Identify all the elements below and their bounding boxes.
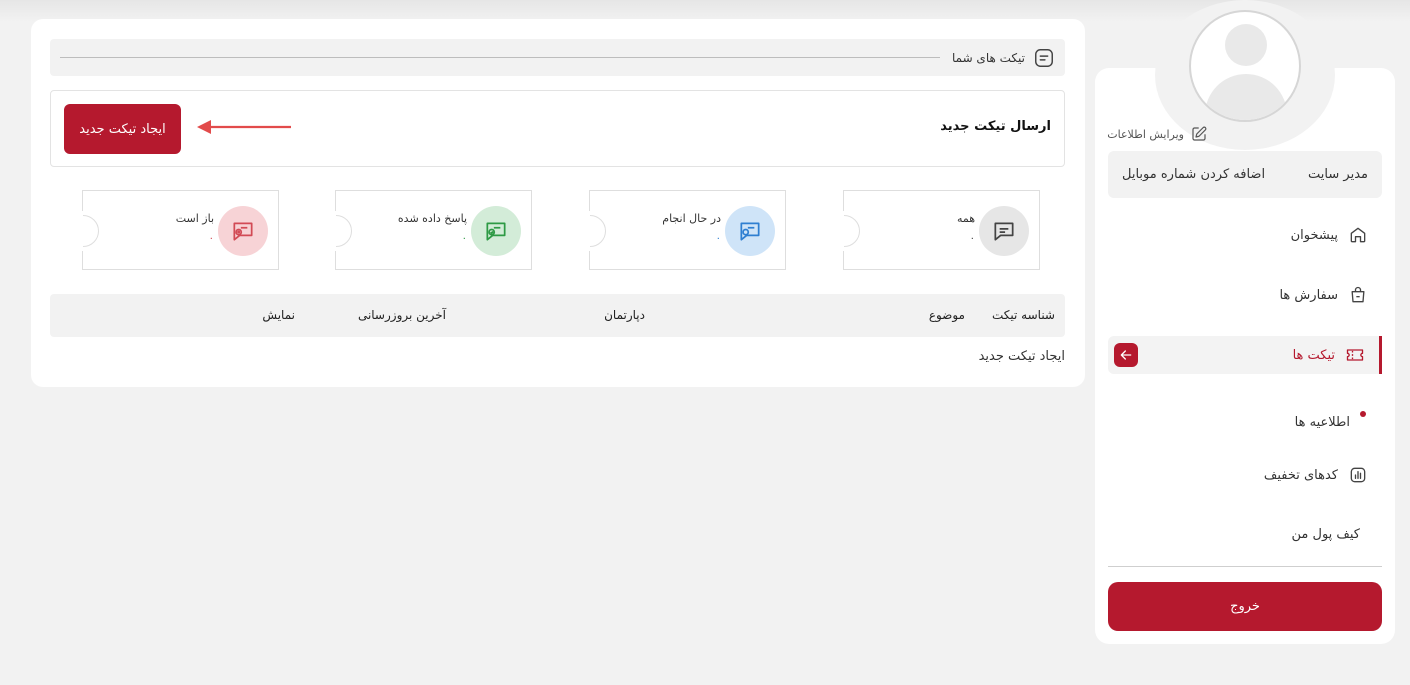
sidebar-item-orders[interactable]: سفارش ها <box>1108 276 1382 314</box>
chart-icon <box>1350 467 1366 483</box>
stat-card-open[interactable]: باز است ۰ <box>66 190 279 270</box>
avatar-head <box>1225 24 1267 66</box>
notification-dot-icon <box>1360 411 1366 417</box>
ticket-icon <box>1346 349 1364 361</box>
col-ticket-id: شناسه تیکت <box>991 308 1055 322</box>
col-last-update: آخرین بروزرسانی <box>357 308 446 322</box>
stat-icon-bg <box>725 206 775 256</box>
sidebar-item-notices[interactable]: اطلاعیه ها <box>1108 395 1382 433</box>
chat-open-icon <box>233 222 253 241</box>
stat-count: ۰ <box>969 233 975 244</box>
stat-label: پاسخ داده شده <box>397 212 467 225</box>
sidebar-item-label: تیکت ها <box>1292 347 1335 363</box>
stat-count: ۰ <box>208 233 214 244</box>
stat-icon-bg <box>979 206 1029 256</box>
home-icon <box>1350 227 1366 243</box>
sidebar-item-label: پیشخوان <box>1290 227 1338 243</box>
stat-label: باز است <box>175 212 214 225</box>
sidebar-divider <box>1108 566 1382 567</box>
create-ticket-button[interactable]: ایجاد تیکت جدید <box>64 104 181 154</box>
stat-label: همه <box>956 212 975 225</box>
edit-icon <box>1192 126 1207 141</box>
stat-card-in-progress[interactable]: در حال انجام ۰ <box>573 190 786 270</box>
chat-clock-icon <box>740 222 760 241</box>
tickets-header: تیکت های شما <box>50 39 1065 76</box>
header-rule <box>60 57 940 58</box>
edit-info-label: ویرایش اطلاعات <box>1107 127 1184 141</box>
tickets-header-title: تیکت های شما <box>951 50 1025 65</box>
col-subject: موضوع <box>928 308 965 322</box>
stat-count: ۰ <box>461 233 467 244</box>
user-role: مدیر سایت <box>1308 167 1368 182</box>
chat-icon <box>994 222 1014 241</box>
add-mobile-link[interactable]: اضافه کردن شماره موبایل <box>1122 167 1265 182</box>
arrow-left-icon <box>1120 350 1132 360</box>
create-ticket-link[interactable]: ایجاد تیکت جدید <box>979 349 1065 364</box>
sidebar-item-label: اطلاعیه ها <box>1294 414 1350 430</box>
user-info-box: مدیر سایت اضافه کردن شماره موبایل <box>1108 151 1382 198</box>
stat-icon-bg <box>218 206 268 256</box>
sidebar-item-label: کدهای تخفیف <box>1263 467 1338 483</box>
logout-button[interactable]: خروج <box>1108 582 1382 631</box>
col-view: نمایش <box>262 308 295 322</box>
sidebar-item-label: کیف پول من <box>1291 526 1360 542</box>
arrow-left-icon <box>197 120 291 134</box>
chat-check-icon <box>486 222 506 241</box>
stat-card-all[interactable]: همه ۰ <box>827 190 1040 270</box>
sidebar-item-tickets[interactable]: تیکت ها <box>1108 336 1382 374</box>
stat-card-answered[interactable]: پاسخ داده شده ۰ <box>319 190 532 270</box>
edit-info-link[interactable]: ویرایش اطلاعات <box>1107 125 1208 143</box>
tickets-table-header: شناسه تیکت موضوع دپارتمان آخرین بروزرسان… <box>50 294 1065 337</box>
new-ticket-box: ارسال تیکت جدید ایجاد تیکت جدید <box>50 90 1065 167</box>
avatar-body <box>1205 74 1287 120</box>
sidebar-item-label: سفارش ها <box>1279 287 1338 303</box>
sidebar-item-wallet[interactable]: کیف پول من <box>1108 515 1382 553</box>
tickets-panel: تیکت های شما ارسال تیکت جدید ایجاد تیکت … <box>31 19 1085 387</box>
sidebar-item-discounts[interactable]: کدهای تخفیف <box>1108 456 1382 494</box>
stat-count: ۰ <box>715 233 721 244</box>
avatar[interactable] <box>1189 10 1301 122</box>
stat-icon-bg <box>471 206 521 256</box>
shopping-bag-icon <box>1351 286 1365 303</box>
sidebar-item-dashboard[interactable]: پیشخوان <box>1108 216 1382 254</box>
active-arrow-button[interactable] <box>1114 343 1138 367</box>
message-icon <box>1035 48 1053 67</box>
stat-label: در حال انجام <box>662 212 721 225</box>
new-ticket-title: ارسال تیکت جدید <box>940 119 1051 134</box>
col-department: دپارتمان <box>604 308 645 322</box>
